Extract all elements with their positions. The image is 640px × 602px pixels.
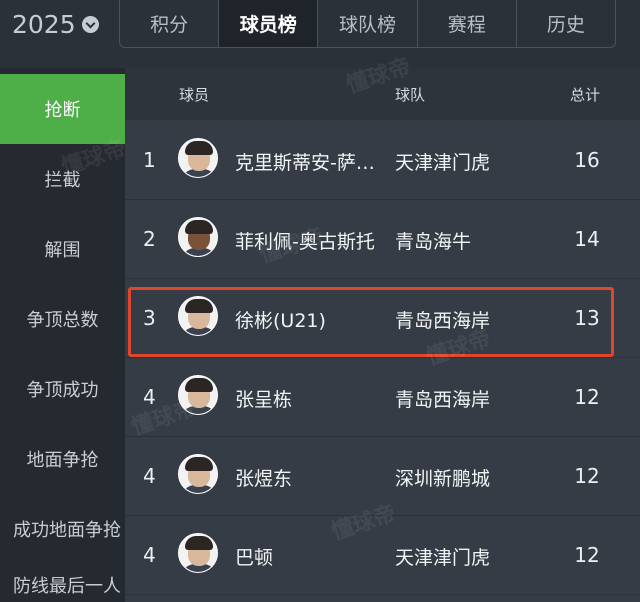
tab-standings[interactable]: 积分 — [120, 0, 220, 47]
player-name[interactable]: 张煜东 — [235, 464, 395, 491]
player-avatar — [178, 296, 218, 336]
table-row[interactable]: 4 张煜东 深圳新鹏城 12 — [125, 438, 640, 516]
player-avatar — [178, 454, 218, 494]
tab-history[interactable]: 历史 — [517, 0, 615, 47]
total-value: 12 — [574, 464, 600, 488]
table-row[interactable]: 1 克里斯蒂安-萨… 天津津门虎 16 — [125, 122, 640, 200]
team-name[interactable]: 青岛海牛 — [395, 227, 471, 254]
player-avatar — [178, 138, 218, 178]
sidebar-item-tackles[interactable]: 抢断 — [0, 74, 125, 144]
team-name[interactable]: 深圳新鹏城 — [395, 464, 490, 491]
sidebar-item-ground-duels[interactable]: 地面争抢 — [0, 424, 125, 494]
sidebar-item-interceptions[interactable]: 拦截 — [0, 144, 125, 214]
sidebar-item-last-man[interactable]: 防线最后一人 — [0, 550, 125, 602]
header-player: 球员 — [179, 86, 210, 104]
tab-bar: 积分 球员榜 球队榜 赛程 历史 — [119, 0, 616, 48]
rank: 2 — [143, 227, 156, 251]
total-value: 16 — [574, 148, 600, 172]
player-name[interactable]: 徐彬(U21) — [235, 306, 395, 333]
stat-category-sidebar: 抢断 拦截 解围 争顶总数 争顶成功 地面争抢 成功地面争抢 防线最后一人 — [0, 68, 125, 602]
tab-player-rankings[interactable]: 球员榜 — [219, 0, 319, 47]
tab-team-rankings[interactable]: 球队榜 — [318, 0, 418, 47]
top-bar: 2025 积分 球员榜 球队榜 赛程 历史 — [0, 0, 640, 62]
header-team: 球队 — [395, 86, 426, 104]
table-row[interactable]: 3 徐彬(U21) 青岛西海岸 13 — [125, 280, 640, 358]
table-row[interactable]: 4 张呈栋 青岛西海岸 12 — [125, 359, 640, 437]
player-avatar — [178, 533, 218, 573]
rank: 4 — [143, 543, 156, 567]
rank: 4 — [143, 464, 156, 488]
player-name[interactable]: 菲利佩-奥古斯托 — [235, 227, 395, 254]
total-value: 14 — [574, 227, 600, 251]
chevron-down-icon — [81, 15, 99, 33]
sidebar-item-aerial-won[interactable]: 争顶成功 — [0, 354, 125, 424]
player-avatar — [178, 375, 218, 415]
tab-schedule[interactable]: 赛程 — [418, 0, 517, 47]
player-name[interactable]: 克里斯蒂安-萨… — [235, 148, 395, 175]
player-name[interactable]: 巴顿 — [235, 543, 395, 570]
season-selector[interactable]: 2025 — [12, 6, 99, 42]
total-value: 13 — [574, 306, 600, 330]
table-row[interactable]: 2 菲利佩-奥古斯托 青岛海牛 14 — [125, 201, 640, 279]
player-name[interactable]: 张呈栋 — [235, 385, 395, 412]
sidebar-item-clearances[interactable]: 解围 — [0, 214, 125, 284]
team-name[interactable]: 天津津门虎 — [395, 148, 490, 175]
table-row[interactable]: 4 巴顿 天津津门虎 12 — [125, 517, 640, 595]
season-year: 2025 — [12, 9, 76, 39]
team-name[interactable]: 青岛西海岸 — [395, 385, 490, 412]
team-name[interactable]: 天津津门虎 — [395, 543, 490, 570]
sidebar-item-aerial-total[interactable]: 争顶总数 — [0, 284, 125, 354]
rank: 4 — [143, 385, 156, 409]
player-avatar — [178, 217, 218, 257]
header-total: 总计 — [570, 86, 601, 104]
rank: 3 — [143, 306, 156, 330]
player-ranking-table: 球员 球队 总计 1 克里斯蒂安-萨… 天津津门虎 16 2 菲利佩-奥古斯托 … — [125, 68, 640, 602]
table-header: 球员 球队 总计 — [125, 68, 640, 120]
team-name[interactable]: 青岛西海岸 — [395, 306, 490, 333]
rank: 1 — [143, 148, 156, 172]
total-value: 12 — [574, 385, 600, 409]
total-value: 12 — [574, 543, 600, 567]
